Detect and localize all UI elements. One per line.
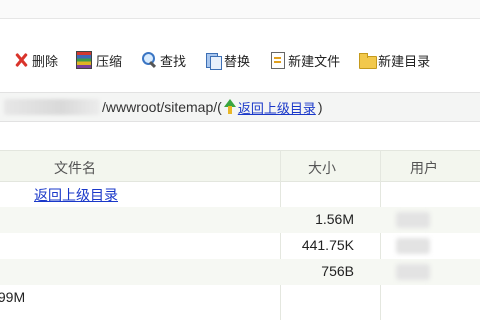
file-size: 441.75K (301, 237, 354, 253)
compress-button[interactable]: 压缩 (76, 51, 122, 70)
file-list: 返回上级目录 1.56M 441.75K 756B .99M (0, 181, 480, 311)
table-row[interactable]: .99M (0, 285, 480, 311)
delete-button[interactable]: 删除 (12, 51, 58, 70)
current-path: /wwwroot/sitemap/( (102, 99, 222, 115)
path-up-link[interactable]: 返回上级目录 (238, 98, 316, 117)
new-file-icon (268, 51, 286, 69)
column-header-name[interactable]: 文件名 (54, 158, 96, 178)
new-folder-label: 新建目录 (378, 53, 431, 69)
replace-icon (204, 51, 223, 70)
user-redacted (396, 264, 430, 280)
file-size: 756B (321, 263, 354, 279)
replace-button[interactable]: 替换 (204, 51, 250, 70)
column-header-user[interactable]: 用户 (410, 158, 438, 178)
top-strip (0, 0, 480, 19)
table-header: 文件名 大小 用户 (0, 150, 480, 182)
toolbar: 删除 压缩 查找 替换 新建文件 新建目录 (0, 42, 480, 78)
table-row[interactable]: 441.75K (0, 233, 480, 259)
replace-label: 替换 (224, 53, 251, 69)
column-header-size[interactable]: 大小 (308, 158, 336, 178)
search-button[interactable]: 查找 (140, 51, 186, 70)
file-manager-page: 删除 压缩 查找 替换 新建文件 新建目录 /wwwroot/sitemap/(… (0, 0, 480, 320)
path-bar: /wwwroot/sitemap/( 返回上级目录 ) (0, 92, 480, 122)
search-label: 查找 (160, 53, 187, 69)
delete-label: 删除 (32, 53, 59, 69)
user-redacted (396, 212, 430, 228)
path-close-paren: ) (317, 99, 323, 115)
file-size: 1.56M (315, 211, 354, 227)
new-file-label: 新建文件 (288, 53, 341, 69)
new-folder-button[interactable]: 新建目录 (358, 51, 430, 70)
user-redacted (396, 238, 430, 254)
new-folder-icon (358, 51, 378, 69)
up-arrow-icon[interactable] (223, 99, 237, 115)
search-icon (140, 51, 158, 69)
parent-dir-link[interactable]: 返回上级目录 (34, 185, 118, 205)
compress-label: 压缩 (96, 53, 123, 69)
table-row[interactable]: 返回上级目录 (0, 181, 480, 207)
new-file-button[interactable]: 新建文件 (268, 51, 340, 70)
path-redacted (4, 99, 100, 115)
delete-icon (12, 51, 30, 69)
compress-icon (76, 51, 93, 69)
file-size: .99M (0, 289, 26, 305)
table-row[interactable]: 756B (0, 259, 480, 285)
table-row[interactable]: 1.56M (0, 207, 480, 233)
